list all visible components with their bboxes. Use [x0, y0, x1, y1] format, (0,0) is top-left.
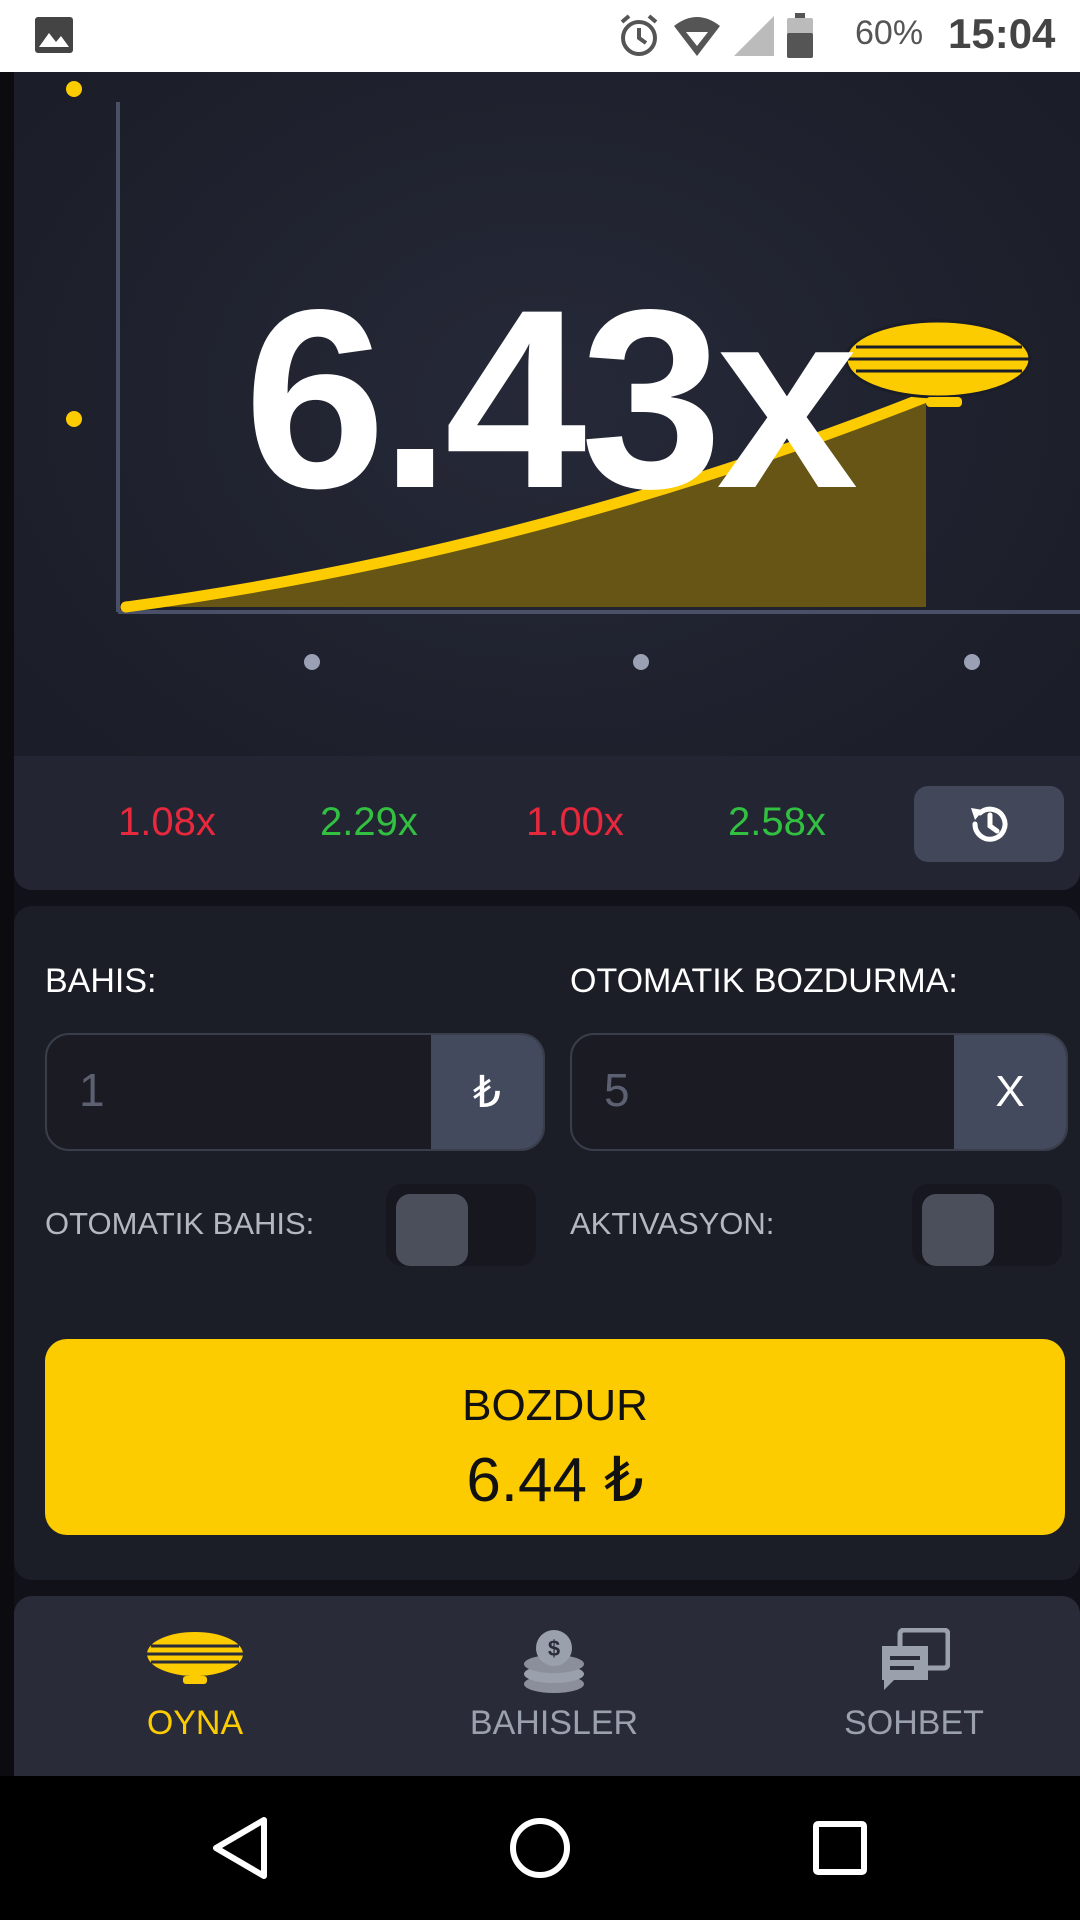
home-button[interactable] — [470, 1776, 610, 1920]
toggle-knob — [922, 1194, 994, 1266]
cashout-label: BOZDUR — [462, 1381, 648, 1430]
auto-bet-label: OTOMATIK BAHIS: — [45, 1206, 315, 1241]
tab-label: BAHISLER — [469, 1704, 639, 1742]
battery-percent: 60% — [855, 14, 924, 52]
bottom-tab-bar: OYNA $ BAHISLER SOHBET — [14, 1596, 1080, 1776]
history-item[interactable]: 1.08x — [118, 800, 216, 845]
tab-chat[interactable]: SOHBET — [764, 1596, 1064, 1776]
gallery-icon — [35, 17, 73, 53]
bet-panel: BAHIS: OTOMATIK BOZDURMA: 1 ₺ 5 X OTOMAT… — [14, 906, 1080, 1580]
y-axis-dot — [66, 411, 82, 427]
activation-toggle[interactable] — [912, 1184, 1062, 1266]
recents-icon — [813, 1821, 867, 1875]
multiplier-suffix: X — [954, 1035, 1066, 1149]
battery-icon — [787, 13, 813, 58]
auto-cashout-label: OTOMATIK BOZDURMA: — [570, 962, 958, 1000]
wifi-icon — [674, 17, 720, 56]
zeppelin-icon — [147, 1632, 243, 1684]
tab-label: SOHBET — [844, 1704, 984, 1742]
chat-icon — [882, 1628, 950, 1690]
left-edge — [0, 72, 14, 1776]
history-item[interactable]: 2.29x — [320, 800, 418, 845]
bet-amount-value[interactable]: 1 — [79, 1063, 105, 1117]
x-axis-dot — [304, 654, 320, 670]
x-axis-dot — [633, 654, 649, 670]
y-axis-dot — [66, 81, 82, 97]
history-item[interactable]: 2.58x — [728, 800, 826, 845]
status-icons — [616, 12, 814, 60]
home-icon — [510, 1818, 570, 1878]
tab-bets[interactable]: $ BAHISLER — [404, 1596, 704, 1776]
x-axis-dot — [964, 654, 980, 670]
recents-button[interactable] — [770, 1776, 910, 1920]
tab-play[interactable]: OYNA — [45, 1596, 345, 1776]
history-row: 1.08x 2.29x 1.00x 2.58x — [14, 756, 1080, 890]
back-icon — [213, 1817, 267, 1879]
bet-label: BAHIS: — [45, 962, 157, 1000]
auto-cashout-field[interactable]: 5 X — [570, 1033, 1068, 1151]
tab-label: OYNA — [146, 1704, 244, 1742]
cashout-button[interactable]: BOZDUR 6.44 ₺ — [45, 1339, 1065, 1535]
history-item[interactable]: 1.00x — [526, 800, 624, 845]
signal-icon — [734, 16, 774, 56]
currency-suffix: ₺ — [431, 1035, 543, 1149]
svg-text:$: $ — [548, 1636, 560, 1661]
history-button[interactable] — [914, 786, 1064, 862]
auto-bet-toggle[interactable] — [386, 1184, 536, 1266]
clock: 15:04 — [948, 10, 1056, 57]
history-icon — [971, 806, 1008, 842]
status-bar: 60% 15:04 — [0, 0, 1080, 72]
cashout-amount: 6.44 ₺ — [466, 1446, 644, 1515]
current-multiplier: 6.43x — [244, 257, 858, 542]
toggle-knob — [396, 1194, 468, 1266]
alarm-icon — [620, 14, 658, 56]
system-nav-bar — [0, 1776, 1080, 1920]
activation-label: AKTIVASYON: — [570, 1206, 775, 1241]
coins-icon: $ — [524, 1630, 584, 1693]
back-button[interactable] — [170, 1776, 310, 1920]
auto-cashout-value[interactable]: 5 — [604, 1063, 630, 1117]
bet-amount-field[interactable]: 1 ₺ — [45, 1033, 545, 1151]
